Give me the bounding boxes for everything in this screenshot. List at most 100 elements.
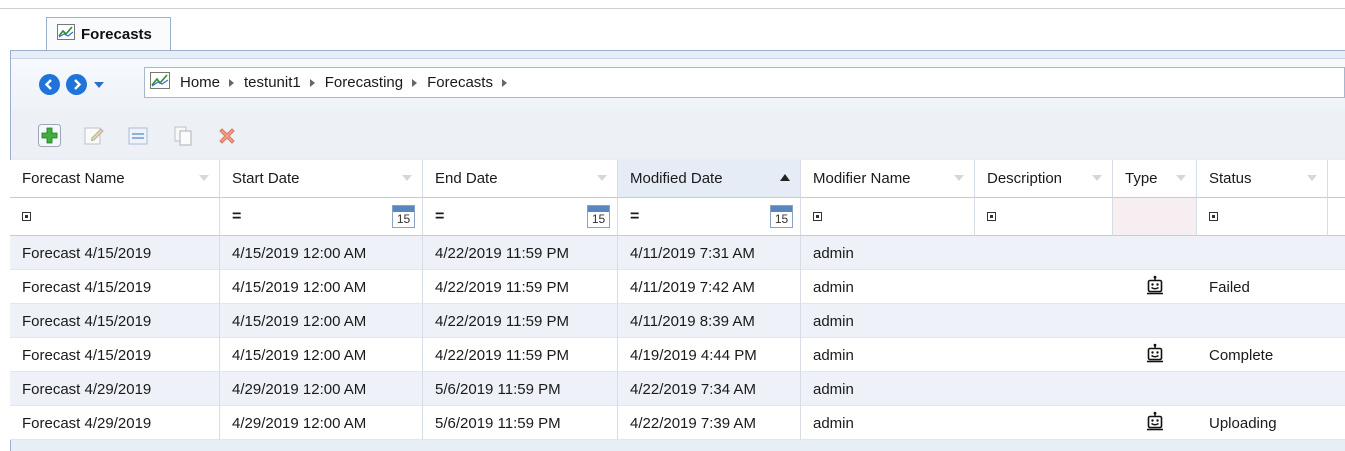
column-header-modifier-name[interactable]: Modifier Name: [801, 160, 975, 198]
filter-operator-equals[interactable]: =: [435, 208, 444, 226]
column-divider: [219, 406, 220, 440]
column-header-label: Modified Date: [630, 170, 723, 187]
column-divider: [422, 304, 423, 338]
filter-type[interactable]: [1113, 198, 1197, 236]
cell-end: 5/6/2019 11:59 PM: [435, 380, 561, 398]
column-header-end-date[interactable]: End Date: [423, 160, 618, 198]
breadcrumb[interactable]: Home testunit1 Forecasting Forecasts: [144, 67, 1345, 98]
column-header-description[interactable]: Description: [975, 160, 1113, 198]
back-arrow-icon[interactable]: [39, 74, 60, 95]
table-row[interactable]: Forecast 4/15/2019 4/15/2019 12:00 AM 4/22…: [10, 338, 1345, 372]
column-header-status[interactable]: Status: [1197, 160, 1328, 198]
column-header-forecast-name[interactable]: Forecast Name: [10, 160, 220, 198]
filter-dropdown-icon[interactable]: [1092, 175, 1102, 181]
copy-icon: [174, 126, 191, 145]
table-row[interactable]: Forecast 4/15/2019 4/15/2019 12:00 AM 4/22…: [10, 236, 1345, 270]
column-header-label: Forecast Name: [22, 170, 125, 187]
type-cell: [1113, 270, 1197, 304]
breadcrumb-separator-icon[interactable]: [412, 78, 418, 87]
column-header-start-date[interactable]: Start Date: [220, 160, 423, 198]
filter-modifier-name[interactable]: [801, 198, 975, 236]
cell-status: Complete: [1209, 346, 1274, 364]
column-header-label: Description: [987, 170, 1063, 187]
table-row[interactable]: Forecast 4/29/2019 4/29/2019 12:00 AM 5/6/…: [10, 406, 1345, 440]
column-divider: [219, 372, 220, 406]
column-header-label: Start Date: [232, 170, 300, 187]
breadcrumb-separator-icon[interactable]: [229, 78, 235, 87]
filter-operator-icon[interactable]: [1209, 212, 1218, 221]
calendar-icon[interactable]: 15: [770, 205, 793, 228]
cell-modifier: admin: [813, 414, 854, 432]
type-cell: [1113, 338, 1197, 372]
column-header-modified-date[interactable]: Modified Date: [618, 160, 801, 198]
filter-modified-date[interactable]: = 15: [618, 198, 801, 236]
forward-arrow-icon[interactable]: [66, 74, 87, 95]
filter-forecast-name[interactable]: [10, 198, 220, 236]
filter-operator-icon[interactable]: [813, 212, 822, 221]
column-header-type[interactable]: Type: [1113, 160, 1197, 198]
cell-modified: 4/11/2019 8:39 AM: [630, 312, 755, 330]
filter-description[interactable]: [975, 198, 1113, 236]
breadcrumb-forecasting[interactable]: Forecasting: [325, 74, 403, 91]
filter-operator-icon[interactable]: [987, 212, 996, 221]
filter-end-date[interactable]: = 15: [423, 198, 618, 236]
edit-button[interactable]: [81, 123, 106, 148]
delete-button[interactable]: [214, 123, 239, 148]
filter-dropdown-icon[interactable]: [597, 175, 607, 181]
table-row[interactable]: Forecast 4/15/2019 4/15/2019 12:00 AM 4/22…: [10, 304, 1345, 338]
type-cell: [1113, 372, 1197, 406]
filter-start-date[interactable]: = 15: [220, 198, 423, 236]
breadcrumb-testunit1[interactable]: testunit1: [244, 74, 301, 91]
column-divider: [219, 270, 220, 304]
filter-operator-equals[interactable]: =: [232, 208, 241, 226]
cell-start: 4/29/2019 12:00 AM: [232, 380, 367, 398]
cell-start: 4/15/2019 12:00 AM: [232, 244, 367, 262]
column-divider: [617, 270, 618, 304]
filter-filler: [1328, 198, 1345, 236]
type-cell: [1113, 406, 1197, 440]
cell-modified: 4/11/2019 7:42 AM: [630, 278, 755, 296]
cell-modifier: admin: [813, 380, 854, 398]
properties-button[interactable]: [125, 123, 150, 148]
add-button[interactable]: [37, 123, 62, 148]
cell-name: Forecast 4/29/2019: [22, 380, 152, 398]
filter-dropdown-icon[interactable]: [1307, 175, 1317, 181]
cell-status: Failed: [1209, 278, 1250, 296]
filter-status[interactable]: [1197, 198, 1328, 236]
calendar-icon[interactable]: 15: [392, 205, 415, 228]
column-divider: [617, 338, 618, 372]
tab-forecasts[interactable]: Forecasts: [46, 17, 171, 50]
calendar-icon[interactable]: 15: [587, 205, 610, 228]
forecast-chart-icon: [57, 24, 75, 44]
filter-dropdown-icon[interactable]: [402, 175, 412, 181]
toolbar: [11, 110, 1345, 158]
calendar-day: 15: [591, 212, 606, 226]
column-divider: [800, 270, 801, 304]
cell-name: Forecast 4/15/2019: [22, 312, 152, 330]
filter-dropdown-icon[interactable]: [199, 175, 209, 181]
copy-button[interactable]: [170, 123, 195, 148]
column-divider: [219, 236, 220, 270]
breadcrumb-separator-icon[interactable]: [309, 78, 315, 87]
column-divider: [617, 406, 618, 440]
cell-status: Uploading: [1209, 414, 1277, 432]
history-dropdown-icon[interactable]: [94, 81, 104, 88]
plus-icon: [38, 124, 61, 147]
cell-modifier: admin: [813, 244, 854, 262]
cell-end: 4/22/2019 11:59 PM: [435, 346, 569, 364]
filter-dropdown-icon[interactable]: [1176, 175, 1186, 181]
filter-operator-icon[interactable]: [22, 212, 31, 221]
column-divider: [800, 338, 801, 372]
window-top-border: [0, 8, 1345, 9]
table-row[interactable]: Forecast 4/29/2019 4/29/2019 12:00 AM 5/6/…: [10, 372, 1345, 406]
breadcrumb-separator-icon[interactable]: [501, 78, 507, 87]
column-header-label: Type: [1125, 170, 1158, 187]
filter-dropdown-icon[interactable]: [954, 175, 964, 181]
cell-end: 4/22/2019 11:59 PM: [435, 312, 569, 330]
breadcrumb-forecasts[interactable]: Forecasts: [427, 74, 493, 91]
filter-operator-equals[interactable]: =: [630, 208, 639, 226]
cell-end: 4/22/2019 11:59 PM: [435, 278, 569, 296]
breadcrumb-home[interactable]: Home: [180, 74, 220, 91]
cell-end: 5/6/2019 11:59 PM: [435, 414, 561, 432]
table-row[interactable]: Forecast 4/15/2019 4/15/2019 12:00 AM 4/22…: [10, 270, 1345, 304]
